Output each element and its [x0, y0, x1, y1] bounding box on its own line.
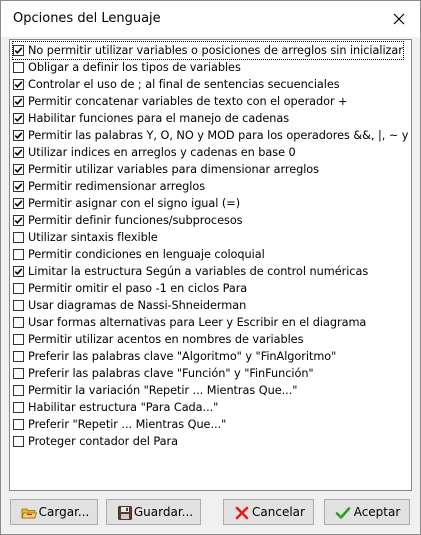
option-label: Permitir concatenar variables de texto c…: [28, 95, 348, 108]
dialog-title: Opciones del Lenguaje: [13, 11, 161, 26]
checkbox-checked[interactable]: [13, 215, 24, 226]
option-label: Preferir las palabras clave "Función" y …: [28, 367, 314, 380]
option-row[interactable]: Usar formas alternativas para Leer y Esc…: [13, 314, 366, 331]
accept-button-label: Aceptar: [353, 505, 401, 519]
option-label: Obligar a definir los tipos de variables: [28, 61, 241, 74]
button-row: Cargar... Guardar... Cancelar Aceptar: [1, 499, 420, 527]
checkmark-icon: [14, 132, 23, 139]
option-label: Usar formas alternativas para Leer y Esc…: [28, 316, 367, 329]
save-button[interactable]: Guardar...: [106, 499, 201, 525]
option-row[interactable]: Limitar la estructura Según a variables …: [13, 263, 368, 280]
close-button[interactable]: [386, 7, 412, 31]
checkmark-icon: [14, 217, 23, 224]
option-label: Controlar el uso de ; al final de senten…: [28, 78, 340, 91]
checkbox-unchecked[interactable]: [13, 232, 24, 243]
checkbox-checked[interactable]: [13, 266, 24, 277]
checkbox-unchecked[interactable]: [13, 62, 24, 73]
checkbox-checked[interactable]: [13, 164, 24, 175]
checkbox-unchecked[interactable]: [13, 385, 24, 396]
option-row[interactable]: Permitir utilizar variables para dimensi…: [13, 161, 319, 178]
option-label: Utilizar sintaxis flexible: [28, 231, 158, 244]
checkbox-unchecked[interactable]: [13, 436, 24, 447]
checkbox-checked[interactable]: [13, 147, 24, 158]
option-row[interactable]: Preferir las palabras clave "Función" y …: [13, 365, 314, 382]
checkmark-icon: [14, 149, 23, 156]
option-row[interactable]: Permitir asignar con el signo igual (=): [13, 195, 240, 212]
checkmark-icon: [14, 115, 23, 122]
option-row[interactable]: Controlar el uso de ; al final de senten…: [13, 76, 340, 93]
checkbox-unchecked[interactable]: [13, 283, 24, 294]
checkmark-icon: [14, 268, 23, 275]
checkbox-unchecked[interactable]: [13, 334, 24, 345]
option-label: Proteger contador del Para: [28, 435, 178, 448]
cancel-button[interactable]: Cancelar: [223, 499, 314, 525]
option-label: Usar diagramas de Nassi-Shneiderman: [28, 299, 247, 312]
accept-button[interactable]: Aceptar: [324, 499, 410, 525]
checkbox-checked[interactable]: [13, 79, 24, 90]
option-row[interactable]: Permitir utilizar acentos en nombres de …: [13, 331, 303, 348]
checkbox-unchecked[interactable]: [13, 317, 24, 328]
option-label: Habilitar estructura "Para Cada...": [28, 401, 219, 414]
checkbox-unchecked[interactable]: [13, 368, 24, 379]
option-row[interactable]: Permitir definir funciones/subprocesos: [13, 212, 243, 229]
option-row[interactable]: Permitir las palabras Y, O, NO y MOD par…: [13, 127, 412, 144]
save-button-label: Guardar...: [133, 505, 194, 519]
option-row[interactable]: Usar diagramas de Nassi-Shneiderman: [13, 297, 246, 314]
option-row[interactable]: Habilitar funciones para el manejo de ca…: [13, 110, 289, 127]
option-label: Permitir la variación "Repetir ... Mient…: [28, 384, 298, 397]
cancel-button-label: Cancelar: [252, 505, 305, 519]
checkbox-checked[interactable]: [13, 198, 24, 209]
load-button[interactable]: Cargar...: [10, 499, 98, 525]
option-row[interactable]: Permitir concatenar variables de texto c…: [13, 93, 348, 110]
option-label: Permitir las palabras Y, O, NO y MOD par…: [28, 129, 412, 142]
checkmark-icon: [14, 81, 23, 88]
checkbox-checked[interactable]: [13, 113, 24, 124]
option-row[interactable]: Permitir condiciones en lenguaje coloqui…: [13, 246, 265, 263]
language-options-dialog: Opciones del Lenguaje No permitir utiliz…: [0, 0, 421, 535]
option-label: Habilitar funciones para el manejo de ca…: [28, 112, 290, 125]
checkbox-unchecked[interactable]: [13, 402, 24, 413]
option-row[interactable]: Preferir las palabras clave "Algoritmo" …: [13, 348, 336, 365]
checkbox-unchecked[interactable]: [13, 351, 24, 362]
option-label: Permitir definir funciones/subprocesos: [28, 214, 243, 227]
option-row[interactable]: No permitir utilizar variables o posicio…: [12, 41, 404, 60]
checkmark-icon: [14, 200, 23, 207]
option-row[interactable]: Obligar a definir los tipos de variables: [13, 59, 241, 76]
checkbox-checked[interactable]: [13, 130, 24, 141]
checkmark-icon: [14, 98, 23, 105]
option-row[interactable]: Habilitar estructura "Para Cada...": [13, 399, 218, 416]
option-row[interactable]: Permitir redimensionar arreglos: [13, 178, 205, 195]
checkbox-checked[interactable]: [13, 45, 24, 56]
title-bar: Opciones del Lenguaje: [1, 1, 420, 37]
option-row[interactable]: Permitir omitir el paso -1 en ciclos Par…: [13, 280, 247, 297]
option-label: Permitir utilizar acentos en nombres de …: [28, 333, 304, 346]
option-label: Permitir omitir el paso -1 en ciclos Par…: [28, 282, 248, 295]
option-row[interactable]: Permitir la variación "Repetir ... Mient…: [13, 382, 297, 399]
checkbox-unchecked[interactable]: [13, 419, 24, 430]
option-label: Preferir "Repetir ... Mientras Que...": [28, 418, 227, 431]
checkbox-unchecked[interactable]: [13, 249, 24, 260]
options-checklist[interactable]: No permitir utilizar variables o posicio…: [9, 39, 412, 491]
option-label: Permitir asignar con el signo igual (=): [28, 197, 241, 210]
checkbox-checked[interactable]: [13, 181, 24, 192]
load-button-label: Cargar...: [38, 505, 90, 519]
option-label: Permitir redimensionar arreglos: [28, 180, 206, 193]
option-label: Utilizar indices en arreglos y cadenas e…: [28, 146, 296, 159]
checkmark-icon: [14, 183, 23, 190]
option-label: Permitir condiciones en lenguaje coloqui…: [28, 248, 265, 261]
checkmark-icon: [14, 166, 23, 173]
option-label: Preferir las palabras clave "Algoritmo" …: [28, 350, 337, 363]
close-icon: [393, 13, 405, 25]
option-label: Permitir utilizar variables para dimensi…: [28, 163, 319, 176]
option-row[interactable]: Proteger contador del Para: [13, 433, 178, 450]
option-row[interactable]: Utilizar indices en arreglos y cadenas e…: [13, 144, 296, 161]
checkbox-checked[interactable]: [13, 96, 24, 107]
option-row[interactable]: Utilizar sintaxis flexible: [13, 229, 158, 246]
checkbox-unchecked[interactable]: [13, 300, 24, 311]
option-label: Limitar la estructura Según a variables …: [28, 265, 369, 278]
option-row[interactable]: Preferir "Repetir ... Mientras Que...": [13, 416, 226, 433]
option-label: No permitir utilizar variables o posicio…: [28, 44, 403, 57]
checkmark-icon: [14, 47, 23, 54]
